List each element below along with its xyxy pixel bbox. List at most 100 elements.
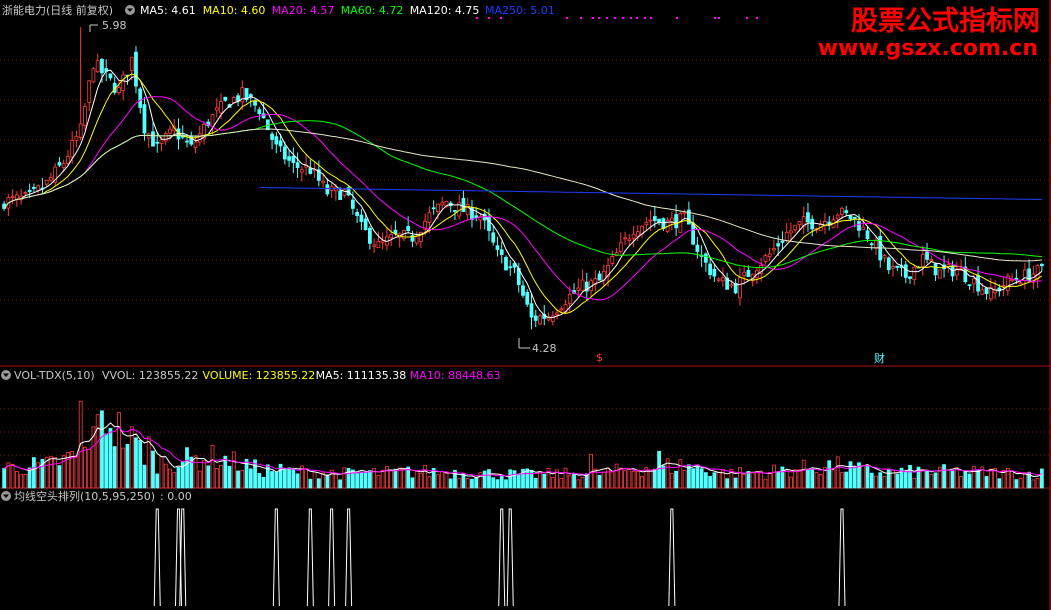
volume-bar bbox=[2, 468, 7, 489]
candle-body bbox=[74, 135, 79, 141]
volume-bar bbox=[304, 468, 308, 489]
volume-bar bbox=[274, 472, 279, 489]
volume-bar bbox=[436, 474, 440, 489]
candle-body bbox=[380, 240, 385, 243]
price-indicator-3: MA60: 4.72 bbox=[341, 4, 404, 17]
event-marker-finance[interactable]: 财 bbox=[874, 351, 885, 365]
volume-bar bbox=[746, 470, 751, 489]
candle-body bbox=[763, 255, 768, 262]
candle-body bbox=[784, 231, 789, 242]
volume-bar bbox=[669, 473, 674, 489]
volume-bar bbox=[193, 455, 198, 489]
volume-bar bbox=[618, 467, 623, 489]
volume-bar bbox=[333, 473, 338, 489]
candle-body bbox=[567, 294, 572, 305]
candle-body bbox=[555, 312, 559, 315]
candle-body bbox=[185, 140, 189, 143]
volume-bar bbox=[772, 464, 776, 489]
volume-bar bbox=[814, 472, 819, 489]
signal-dot bbox=[592, 17, 594, 19]
volume-bar bbox=[325, 474, 330, 489]
price-indicator-4: MA120: 4.75 bbox=[410, 4, 480, 17]
volume-bar bbox=[397, 467, 402, 489]
volume-bar bbox=[865, 465, 870, 489]
volume-bar bbox=[257, 473, 262, 489]
volume-bar bbox=[699, 468, 704, 489]
volume-bar bbox=[610, 471, 615, 489]
candle-body bbox=[920, 253, 925, 267]
volume-bar bbox=[801, 459, 806, 489]
volume-bar bbox=[988, 468, 993, 489]
signal-dot bbox=[676, 17, 678, 19]
candle-body bbox=[695, 244, 700, 252]
volume-bar bbox=[338, 479, 343, 489]
volume-panel-header: VOL-TDX(5,10) VVOL: 123855.22 VOLUME: 123… bbox=[1, 369, 501, 382]
volume-bar bbox=[797, 469, 802, 489]
volume-bar bbox=[606, 467, 610, 489]
candle-body bbox=[23, 191, 28, 194]
candle-body bbox=[729, 284, 734, 287]
signal-dot bbox=[614, 17, 616, 19]
candle-body bbox=[270, 133, 274, 140]
event-marker-dividend[interactable]: $ bbox=[596, 351, 603, 364]
candle-body bbox=[597, 273, 602, 281]
candle-body bbox=[984, 287, 989, 295]
candle-body bbox=[525, 292, 530, 305]
volume-bar bbox=[818, 473, 823, 489]
volume-bar bbox=[19, 474, 24, 489]
volume-bar bbox=[627, 469, 632, 489]
candle-body bbox=[278, 140, 283, 147]
volume-bar bbox=[572, 473, 576, 489]
candle-body bbox=[308, 167, 313, 174]
price-panel-toggle-icon[interactable] bbox=[125, 5, 135, 15]
candle-body bbox=[134, 51, 138, 87]
price-panel-header: 浙能电力(日线 前复权) MA5: 4.61 MA10: 4.60 MA20: 4.… bbox=[2, 3, 555, 17]
volume-bar bbox=[623, 470, 627, 489]
volume-bar bbox=[946, 469, 951, 489]
candle-body bbox=[299, 169, 304, 173]
volume-bar bbox=[146, 436, 151, 489]
volume-bar bbox=[121, 447, 126, 489]
volume-bar bbox=[542, 473, 547, 489]
price-indicator-2: MA20: 4.57 bbox=[272, 4, 335, 17]
stock-chart: 浙能电力(日线 前复权) MA5: 4.61 MA10: 4.60 MA20: 4.… bbox=[0, 0, 1051, 610]
candle-body bbox=[431, 207, 436, 210]
volume-bar bbox=[125, 444, 130, 489]
candle-body bbox=[912, 266, 917, 281]
volume-bar bbox=[963, 470, 968, 489]
candle-body bbox=[151, 131, 155, 147]
candle-body bbox=[780, 240, 785, 243]
volume-indicator-values: VVOL: 123855.22 VOLUME: 123855.22 MA5: 111… bbox=[102, 369, 501, 382]
candle-body bbox=[291, 155, 296, 163]
volume-bar bbox=[355, 472, 360, 489]
volume-bar bbox=[950, 470, 955, 489]
candle-body bbox=[644, 221, 649, 226]
volume-bar bbox=[874, 475, 878, 489]
candle-body bbox=[49, 176, 53, 181]
candle-body bbox=[261, 113, 266, 119]
volume-bar bbox=[827, 460, 832, 489]
signal-panel-toggle-icon[interactable] bbox=[1, 491, 11, 501]
candle-body bbox=[36, 185, 41, 191]
signal-panel-value: : 0.00 bbox=[160, 490, 192, 503]
candle-body bbox=[338, 190, 343, 200]
candle-body bbox=[848, 215, 853, 220]
volume-bar bbox=[840, 472, 844, 489]
candle-body bbox=[806, 212, 810, 223]
candle-body bbox=[521, 285, 525, 296]
candle-body bbox=[891, 266, 895, 269]
volume-bar bbox=[708, 475, 713, 489]
candle-body bbox=[27, 189, 32, 193]
candle-body bbox=[495, 245, 500, 250]
candle bbox=[134, 46, 138, 94]
volume-bar bbox=[231, 451, 236, 489]
volume-panel-toggle-icon[interactable] bbox=[1, 370, 11, 380]
candle-body bbox=[274, 136, 279, 145]
candle-body bbox=[155, 141, 160, 144]
volume-bar bbox=[682, 469, 687, 489]
candle-body bbox=[576, 287, 581, 291]
volume-bar bbox=[376, 474, 381, 489]
volume-bar bbox=[206, 465, 211, 489]
volume-bar bbox=[87, 449, 92, 489]
candle-body bbox=[389, 234, 394, 239]
